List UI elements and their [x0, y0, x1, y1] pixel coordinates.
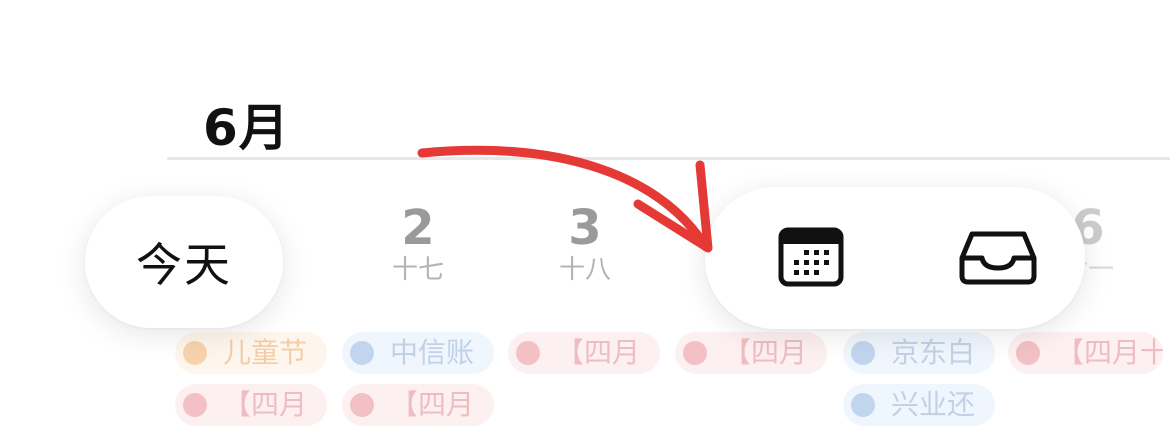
calendar-event-icon — [350, 393, 374, 417]
calendar-event-icon — [516, 341, 540, 365]
calendar-grid-icon — [778, 227, 844, 287]
event-label: 【四月 — [223, 388, 308, 421]
calendar-event-icon — [1016, 341, 1040, 365]
event-chip[interactable]: 【四月 — [342, 384, 494, 426]
event-label: 【四月 — [556, 336, 641, 369]
calendar-event-icon — [350, 341, 374, 365]
event-chip[interactable]: 京东白 — [843, 332, 995, 374]
month-title: 6月 — [203, 99, 290, 157]
event-label: 【四月 — [723, 336, 808, 369]
day-number: 2 — [401, 200, 435, 256]
day-2[interactable]: 2 十七 — [353, 202, 483, 286]
toolbar-pill — [705, 187, 1085, 329]
day-lunar: 十七 — [391, 255, 444, 285]
day-lunar: 十八 — [558, 255, 611, 285]
event-chip[interactable]: 中信账 — [342, 332, 494, 374]
calendar-event-icon — [851, 393, 875, 417]
event-label: 儿童节 — [223, 336, 308, 369]
event-chip[interactable]: 兴业还 — [843, 384, 995, 426]
calendar-event-icon — [851, 341, 875, 365]
day-3[interactable]: 3 十八 — [520, 202, 650, 286]
calendar-view-button[interactable] — [771, 227, 851, 287]
inbox-button[interactable] — [958, 227, 1038, 287]
event-chip[interactable]: 【四月十 — [1008, 332, 1163, 374]
event-label: 中信账 — [390, 336, 475, 369]
event-label: 【四月十 — [1056, 336, 1163, 369]
inbox-tray-icon — [959, 231, 1037, 285]
calendar-event-icon — [683, 341, 707, 365]
event-chip[interactable]: 【四月 — [508, 332, 660, 374]
event-label: 京东白 — [891, 336, 976, 369]
calendar-event-icon — [183, 393, 207, 417]
today-button[interactable]: 今天 — [85, 196, 283, 328]
event-label: 【四月 — [390, 388, 475, 421]
event-chip[interactable]: 【四月 — [675, 332, 827, 374]
today-label: 今天 — [136, 238, 232, 292]
header-divider — [167, 157, 1170, 160]
star-icon — [183, 341, 207, 365]
event-chip[interactable]: 【四月 — [175, 384, 327, 426]
event-label: 兴业还 — [891, 388, 976, 421]
event-chip[interactable]: 儿童节 — [175, 332, 327, 374]
day-number: 3 — [568, 200, 602, 256]
